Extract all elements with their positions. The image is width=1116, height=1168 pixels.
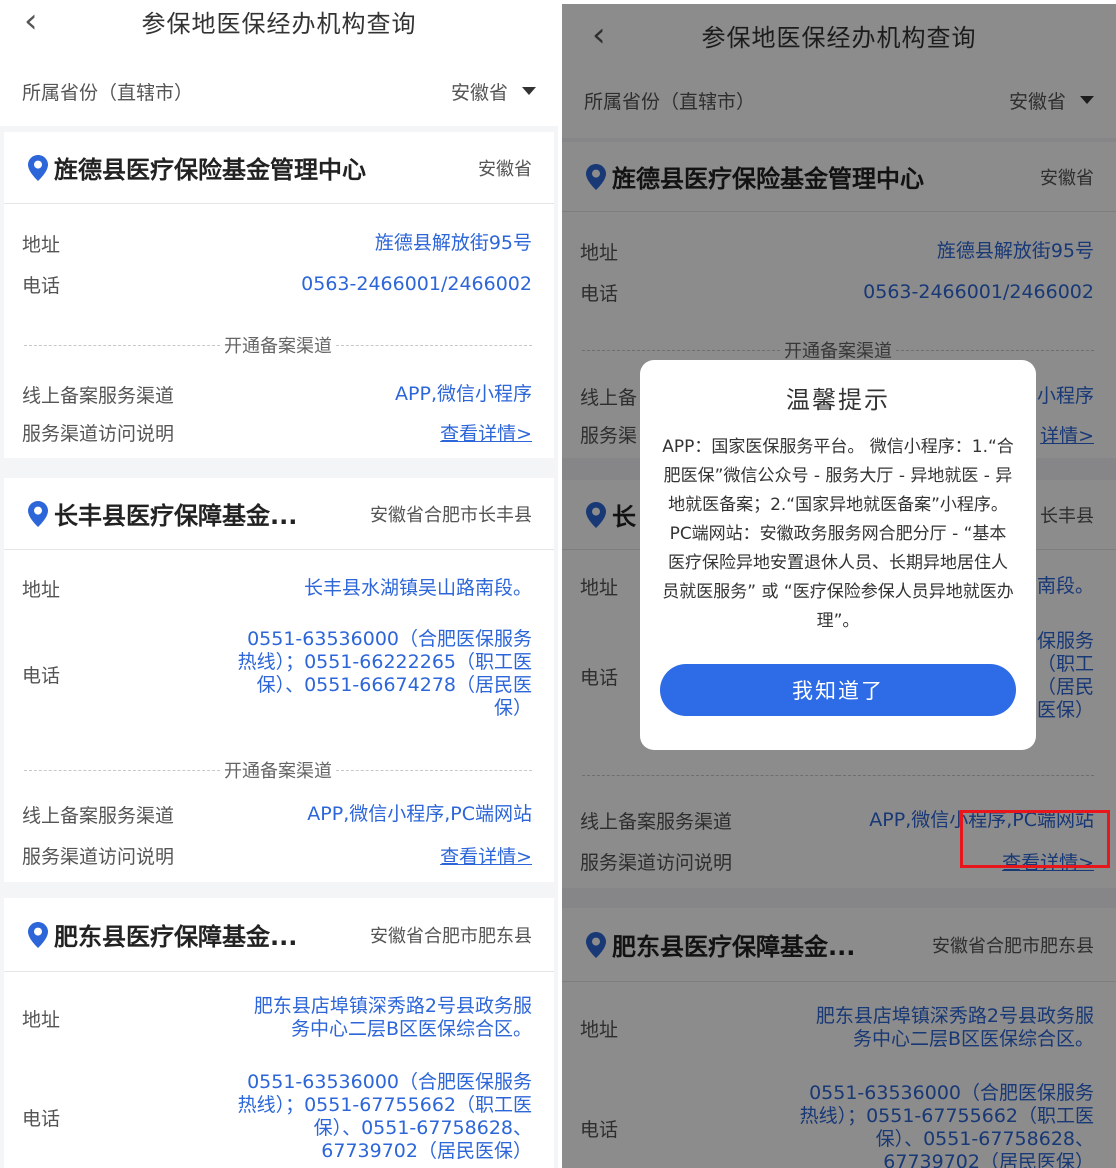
phone-row: 电话 0551-63536000（合肥医保服务热线）；0551-67755662… bbox=[22, 1071, 532, 1163]
address-value: 长丰县水湖镇吴山路南段。 bbox=[303, 576, 532, 599]
province-select[interactable]: 安徽省 bbox=[451, 78, 536, 105]
highlight-box bbox=[960, 810, 1110, 868]
province-row: 所属省份（直辖市） 安徽省 bbox=[0, 56, 558, 126]
institution-region: 安徽省 bbox=[478, 158, 532, 180]
institution-region: 安徽省合肥市长丰县 bbox=[370, 504, 532, 526]
institution-name: 肥东县医疗保障基金... bbox=[54, 923, 298, 951]
province-label: 所属省份（直辖市） bbox=[22, 81, 194, 104]
view-details-link[interactable]: 查看详情> bbox=[440, 419, 532, 446]
online-channel-row: 线上备案服务渠道 APP,微信小程序 bbox=[22, 382, 532, 407]
location-pin-icon bbox=[28, 921, 48, 948]
tip-dialog: 温馨提示 APP：国家医保服务平台。 微信小程序：1.“合肥医保”微信公众号 -… bbox=[640, 360, 1036, 750]
online-channel-value: APP,微信小程序,PC端网站 bbox=[307, 802, 532, 825]
page-title: 参保地医保经办机构查询 bbox=[141, 10, 417, 38]
address-row: 地址 长丰县水湖镇吴山路南段。 bbox=[22, 576, 532, 601]
phone-value[interactable]: 0551-63536000（合肥医保服务热线）；0551-67755662（职工… bbox=[232, 1071, 532, 1163]
institution-name: 长丰县医疗保障基金... bbox=[54, 502, 298, 530]
screen-right: ‹ 参保地医保经办机构查询 所属省份（直辖市） 安徽省 旌德县医疗保险基金管理中… bbox=[562, 4, 1116, 1168]
card-header: 长丰县医疗保障基金... 安徽省合肥市长丰县 bbox=[4, 478, 554, 550]
online-channel-row: 线上备案服务渠道 APP,微信小程序,PC端网站 bbox=[22, 802, 532, 827]
location-pin-icon bbox=[28, 500, 48, 527]
institution-card: 肥东县医疗保障基金... 安徽省合肥市肥东县 地址 肥东县店埠镇深秀路2号县政务… bbox=[4, 898, 554, 1168]
online-channel-value: APP,微信小程序 bbox=[395, 382, 532, 405]
dialog-title: 温馨提示 bbox=[786, 386, 890, 414]
caret-down-icon bbox=[522, 87, 536, 95]
institution-card: 长丰县医疗保障基金... 安徽省合肥市长丰县 地址 长丰县水湖镇吴山路南段。 电… bbox=[4, 478, 554, 882]
card-header: 旌德县医疗保险基金管理中心 安徽省 bbox=[4, 132, 554, 204]
location-pin-icon bbox=[28, 154, 48, 181]
channel-note-row: 服务渠道访问说明 查看详情> bbox=[4, 836, 554, 882]
address-row: 地址 肥东县店埠镇深秀路2号县政务服务中心二层B区医保综合区。 bbox=[22, 995, 532, 1040]
screen-left: ‹ 参保地医保经办机构查询 所属省份（直辖市） 安徽省 旌德县医疗保险基金管理中… bbox=[0, 0, 558, 1168]
phone-value[interactable]: 0551-63536000（合肥医保服务热线）；0551-66222265（职工… bbox=[232, 628, 532, 720]
address-value: 肥东县店埠镇深秀路2号县政务服务中心二层B区医保综合区。 bbox=[253, 995, 532, 1040]
channel-note-row: 服务渠道访问说明 查看详情> bbox=[4, 418, 554, 458]
channel-divider: 开通备案渠道 bbox=[4, 726, 554, 792]
dialog-body: APP：国家医保服务平台。 微信小程序：1.“合肥医保”微信公众号 - 服务大厅… bbox=[662, 437, 1014, 631]
institution-name: 旌德县医疗保险基金管理中心 bbox=[54, 156, 366, 184]
nav-bar: ‹ 参保地医保经办机构查询 bbox=[0, 0, 558, 46]
phone-row: 电话 0551-63536000（合肥医保服务热线）；0551-66222265… bbox=[22, 628, 532, 720]
address-row: 地址 旌德县解放街95号 bbox=[22, 231, 532, 256]
card-header: 肥东县医疗保障基金... 安徽省合肥市肥东县 bbox=[4, 898, 554, 972]
phone-value[interactable]: 0563-2466001/2466002 bbox=[301, 273, 532, 296]
channel-divider: 开通备案渠道 bbox=[4, 294, 554, 370]
institution-region: 安徽省合肥市肥东县 bbox=[370, 925, 532, 947]
institution-card: 旌德县医疗保险基金管理中心 安徽省 地址 旌德县解放街95号 电话 0563-2… bbox=[4, 132, 554, 458]
province-value: 安徽省 bbox=[450, 81, 508, 104]
got-it-button[interactable]: 我知道了 bbox=[660, 664, 1016, 716]
phone-row: 电话 0563-2466001/2466002 bbox=[22, 272, 532, 297]
view-details-link[interactable]: 查看详情> bbox=[440, 842, 532, 869]
address-value: 旌德县解放街95号 bbox=[374, 231, 532, 254]
